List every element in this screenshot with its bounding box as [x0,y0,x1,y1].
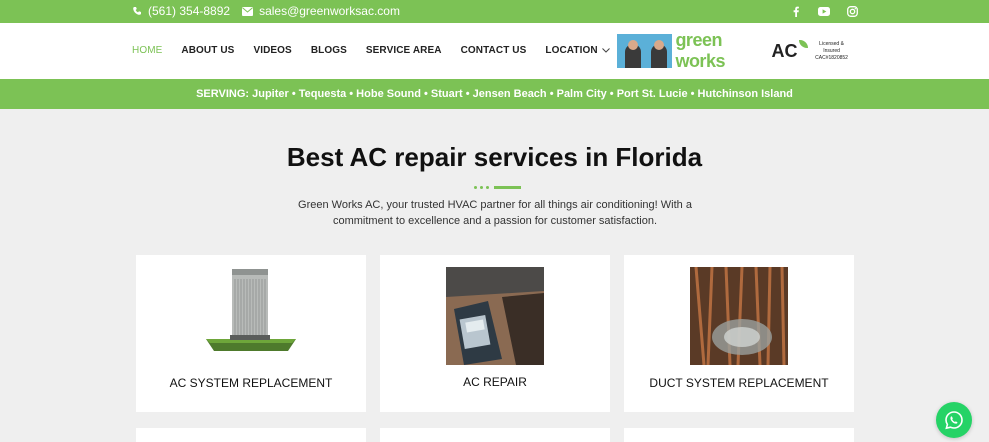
title-divider [474,186,521,189]
whatsapp-button[interactable] [936,402,972,438]
envelope-icon [242,6,254,16]
email-link[interactable]: sales@greenworksac.com [242,4,400,18]
instagram-icon[interactable] [845,4,859,18]
ac-unit-image [202,267,300,365]
nav-service-area[interactable]: SERVICE AREA [366,45,442,56]
service-card-row2-2[interactable] [380,428,610,442]
whatsapp-icon [945,411,963,430]
social-links [789,4,859,18]
hero-description: Green Works AC, your trusted HVAC partne… [298,199,692,227]
nav-about-us[interactable]: ABOUT US [181,45,234,56]
main-nav: HOME ABOUT US VIDEOS BLOGS SERVICE AREA … [132,45,629,56]
logo-text-ac: AC [771,40,798,61]
nav-videos[interactable]: VIDEOS [253,45,291,56]
service-card-ac-repair[interactable]: AC REPAIR [380,255,610,412]
site-logo[interactable]: green works AC Licensed & Insured CAC#18… [617,30,852,71]
nav-contact-us[interactable]: CONTACT US [461,45,527,56]
nav-location-label: LOCATION [545,45,598,56]
page-title: Best AC repair services in Florida [286,142,703,172]
chevron-down-icon [601,48,610,53]
ac-repair-image [446,267,544,365]
leaf-icon [798,40,809,48]
phone-link[interactable]: (561) 354-8892 [132,4,230,18]
logo-photo [617,34,673,68]
duct-image [690,266,788,366]
email-address: sales@greenworksac.com [259,4,400,18]
top-contact-bar: (561) 354-8892 sales@greenworksac.com [0,0,989,23]
service-card-ac-system-replacement[interactable]: AC SYSTEM REPLACEMENT [136,255,366,412]
service-card-row2-3[interactable] [624,428,854,442]
licensed-insured: Licensed & Insured [819,40,844,54]
phone-number: (561) 354-8892 [148,4,231,18]
phone-icon [133,7,141,15]
main-header: HOME ABOUT US VIDEOS BLOGS SERVICE AREA … [0,23,989,79]
card-title: AC SYSTEM REPLACEMENT [169,376,333,390]
nav-location[interactable]: LOCATION [545,45,610,56]
license-number: CAC#1820852 [815,54,848,61]
youtube-icon[interactable] [817,4,831,18]
logo-text-green: green works [675,30,725,71]
serving-areas-bar: SERVING: Jupiter • Tequesta • Hobe Sound… [0,79,989,109]
license-info: Licensed & Insured CAC#1820852 [811,41,852,62]
card-title: DUCT SYSTEM REPLACEMENT [649,376,829,390]
contact-info: (561) 354-8892 sales@greenworksac.com [132,4,412,18]
service-card-duct-system-replacement[interactable]: DUCT SYSTEM REPLACEMENT [624,255,854,412]
service-card-row2-1[interactable] [136,428,366,442]
nav-home[interactable]: HOME [132,45,162,56]
card-title: AC REPAIR [463,375,527,389]
nav-blogs[interactable]: BLOGS [311,45,347,56]
facebook-icon[interactable] [789,4,803,18]
